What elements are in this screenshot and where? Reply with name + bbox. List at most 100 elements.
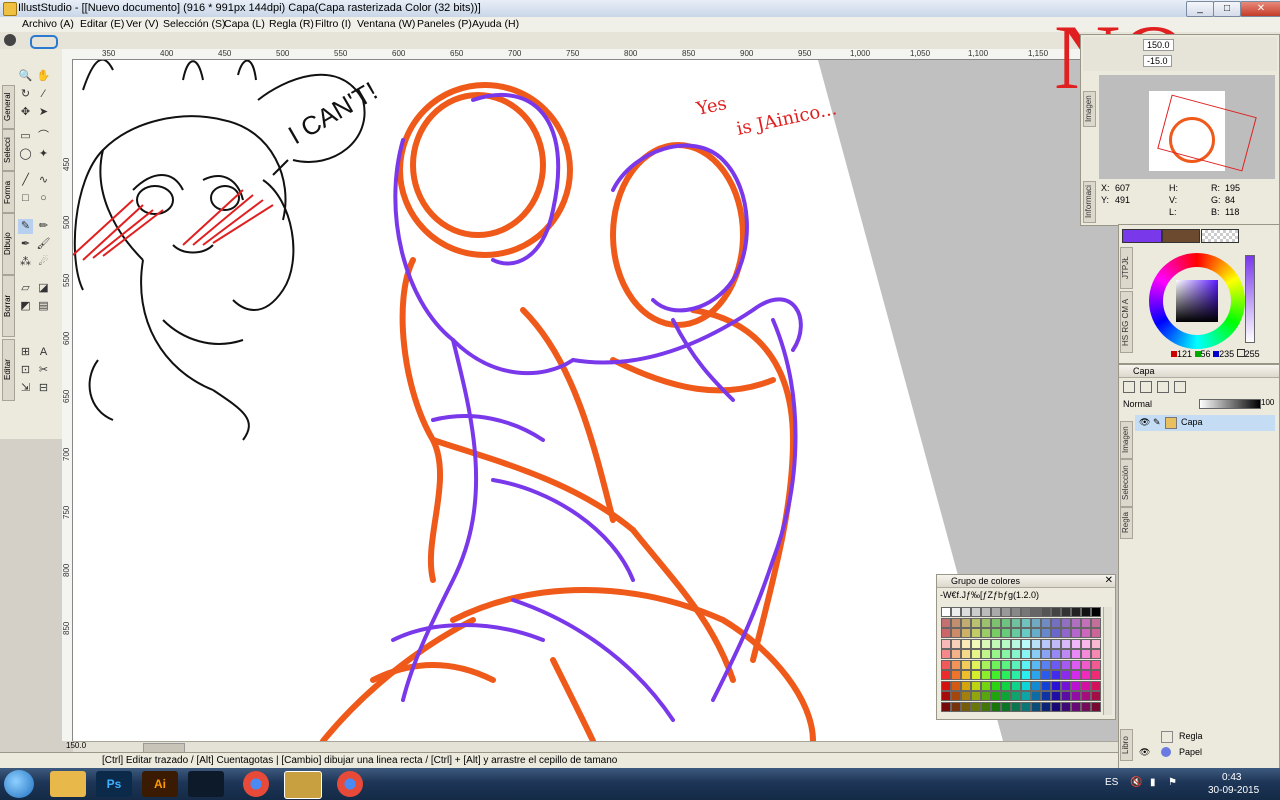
color-swatch[interactable] — [951, 680, 961, 691]
rect-select-icon[interactable]: ▭ — [18, 129, 33, 144]
color-swatch[interactable] — [961, 607, 971, 617]
color-swatch[interactable] — [1061, 628, 1071, 638]
color-swatch[interactable] — [941, 649, 951, 659]
color-swatch[interactable] — [1051, 617, 1061, 628]
color-swatch[interactable] — [1031, 701, 1041, 712]
color-swatch[interactable] — [1011, 670, 1021, 680]
info-tab[interactable]: Informaci — [1083, 181, 1096, 223]
book-row-ruler[interactable]: Regla — [1135, 731, 1275, 743]
color-swatch[interactable] — [1071, 638, 1081, 649]
color-swatch[interactable] — [941, 638, 951, 649]
color-swatch[interactable] — [951, 659, 961, 670]
color-swatch[interactable] — [1071, 680, 1081, 691]
color-swatch[interactable] — [971, 670, 981, 680]
color-swatch[interactable] — [941, 607, 951, 617]
color-swatch[interactable] — [1001, 638, 1011, 649]
menu-window[interactable]: Ventana (W) — [357, 18, 415, 30]
transparent-swatch[interactable] — [1201, 229, 1239, 243]
color-swatch[interactable] — [1041, 670, 1051, 680]
color-swatch[interactable] — [1031, 691, 1041, 701]
navigator-zoom-field[interactable]: 150.0 — [1143, 39, 1174, 51]
color-swatch[interactable] — [951, 628, 961, 638]
color-swatch[interactable] — [1031, 670, 1041, 680]
color-swatch[interactable] — [961, 628, 971, 638]
airbrush-icon[interactable]: ⁂ — [18, 255, 33, 270]
layer-tab-image[interactable]: Imagen — [1120, 421, 1133, 459]
color-swatch[interactable] — [1091, 638, 1101, 649]
main-color-swatch[interactable] — [1122, 229, 1162, 243]
color-swatch[interactable] — [1061, 638, 1071, 649]
move-icon[interactable]: ✥ — [18, 105, 33, 120]
minimize-button[interactable]: _ — [1186, 1, 1214, 17]
toolbox-tab-shape[interactable]: Forma — [2, 171, 15, 213]
color-swatch[interactable] — [1031, 649, 1041, 659]
color-swatch[interactable] — [1081, 617, 1091, 628]
color-swatch[interactable] — [1061, 680, 1071, 691]
navigator-preview[interactable] — [1099, 75, 1275, 179]
object-icon[interactable]: ➤ — [36, 105, 51, 120]
marker-icon[interactable]: ✒ — [18, 237, 33, 252]
pencil-icon[interactable]: ✏ — [36, 219, 51, 234]
color-swatch[interactable] — [1061, 617, 1071, 628]
eyedropper-icon[interactable]: ⁄ — [36, 87, 51, 102]
color-swatch[interactable] — [951, 691, 961, 701]
color-swatch[interactable] — [1011, 607, 1021, 617]
color-swatch[interactable] — [1021, 680, 1031, 691]
color-swatch[interactable] — [1001, 628, 1011, 638]
color-swatch[interactable] — [1091, 701, 1101, 712]
color-tab-sliders[interactable]: HS RG CM A — [1120, 291, 1133, 353]
color-swatch[interactable] — [1021, 701, 1031, 712]
color-swatch[interactable] — [1041, 701, 1051, 712]
color-swatch[interactable] — [991, 670, 1001, 680]
color-swatch[interactable] — [941, 701, 951, 712]
color-swatch[interactable] — [1081, 638, 1091, 649]
color-swatch[interactable] — [941, 659, 951, 670]
pen-icon[interactable]: ✎ — [18, 219, 33, 234]
color-swatch[interactable] — [1041, 649, 1051, 659]
menu-ruler[interactable]: Regla (R) — [269, 18, 314, 30]
color-swatch[interactable] — [991, 680, 1001, 691]
text-icon[interactable]: A — [36, 345, 51, 360]
layer-tab-selection[interactable]: Selección — [1120, 459, 1133, 507]
color-swatch[interactable] — [961, 617, 971, 628]
color-swatch[interactable] — [991, 691, 1001, 701]
color-swatch[interactable] — [1091, 628, 1101, 638]
color-swatch[interactable] — [941, 617, 951, 628]
color-swatch[interactable] — [1001, 649, 1011, 659]
new-folder-icon[interactable] — [1140, 381, 1153, 393]
color-swatch[interactable] — [991, 617, 1001, 628]
color-swatch[interactable] — [1081, 649, 1091, 659]
ruler-icon[interactable]: ⊟ — [36, 381, 51, 396]
color-swatch[interactable] — [1051, 628, 1061, 638]
maximize-button[interactable]: □ — [1213, 1, 1241, 17]
color-swatch[interactable] — [1081, 701, 1091, 712]
clock-date[interactable]: 30-09-2015 — [1208, 785, 1259, 796]
color-swatch[interactable] — [1081, 691, 1091, 701]
color-swatch[interactable] — [1021, 628, 1031, 638]
close-button[interactable]: ✕ — [1240, 1, 1280, 17]
layer-row[interactable]: 👁 ✎ Capa — [1135, 415, 1275, 431]
toolbox-tab-erase[interactable]: Borrar — [2, 275, 15, 337]
blend-mode-select[interactable]: Normal — [1123, 399, 1152, 409]
color-swatch[interactable] — [1051, 659, 1061, 670]
menu-panels[interactable]: Paneles (P) — [417, 18, 472, 30]
color-swatch[interactable] — [1091, 649, 1101, 659]
color-swatch[interactable] — [1021, 670, 1031, 680]
toolbox-tab-edit[interactable]: Editar — [2, 339, 15, 401]
toolbox-tab-selection[interactable]: Selecci — [2, 129, 15, 171]
rectangle-icon[interactable]: □ — [18, 191, 33, 206]
toolbox-tab-draw[interactable]: Dibujo — [2, 213, 15, 275]
navigator-rotate-field[interactable]: -15.0 — [1143, 55, 1172, 67]
color-swatch[interactable] — [1051, 691, 1061, 701]
rotate-icon[interactable]: ↻ — [18, 87, 33, 102]
book-tab[interactable]: Libro — [1120, 729, 1133, 761]
color-set-close-icon[interactable]: ✕ — [1105, 575, 1113, 587]
start-button[interactable] — [4, 770, 34, 798]
curve-icon[interactable]: ∿ — [36, 173, 51, 188]
color-swatch[interactable] — [971, 617, 981, 628]
color-swatch[interactable] — [991, 607, 1001, 617]
color-swatch[interactable] — [1001, 680, 1011, 691]
color-swatch[interactable] — [1041, 680, 1051, 691]
stamp-icon[interactable]: ⊞ — [18, 345, 33, 360]
color-swatch[interactable] — [1031, 607, 1041, 617]
